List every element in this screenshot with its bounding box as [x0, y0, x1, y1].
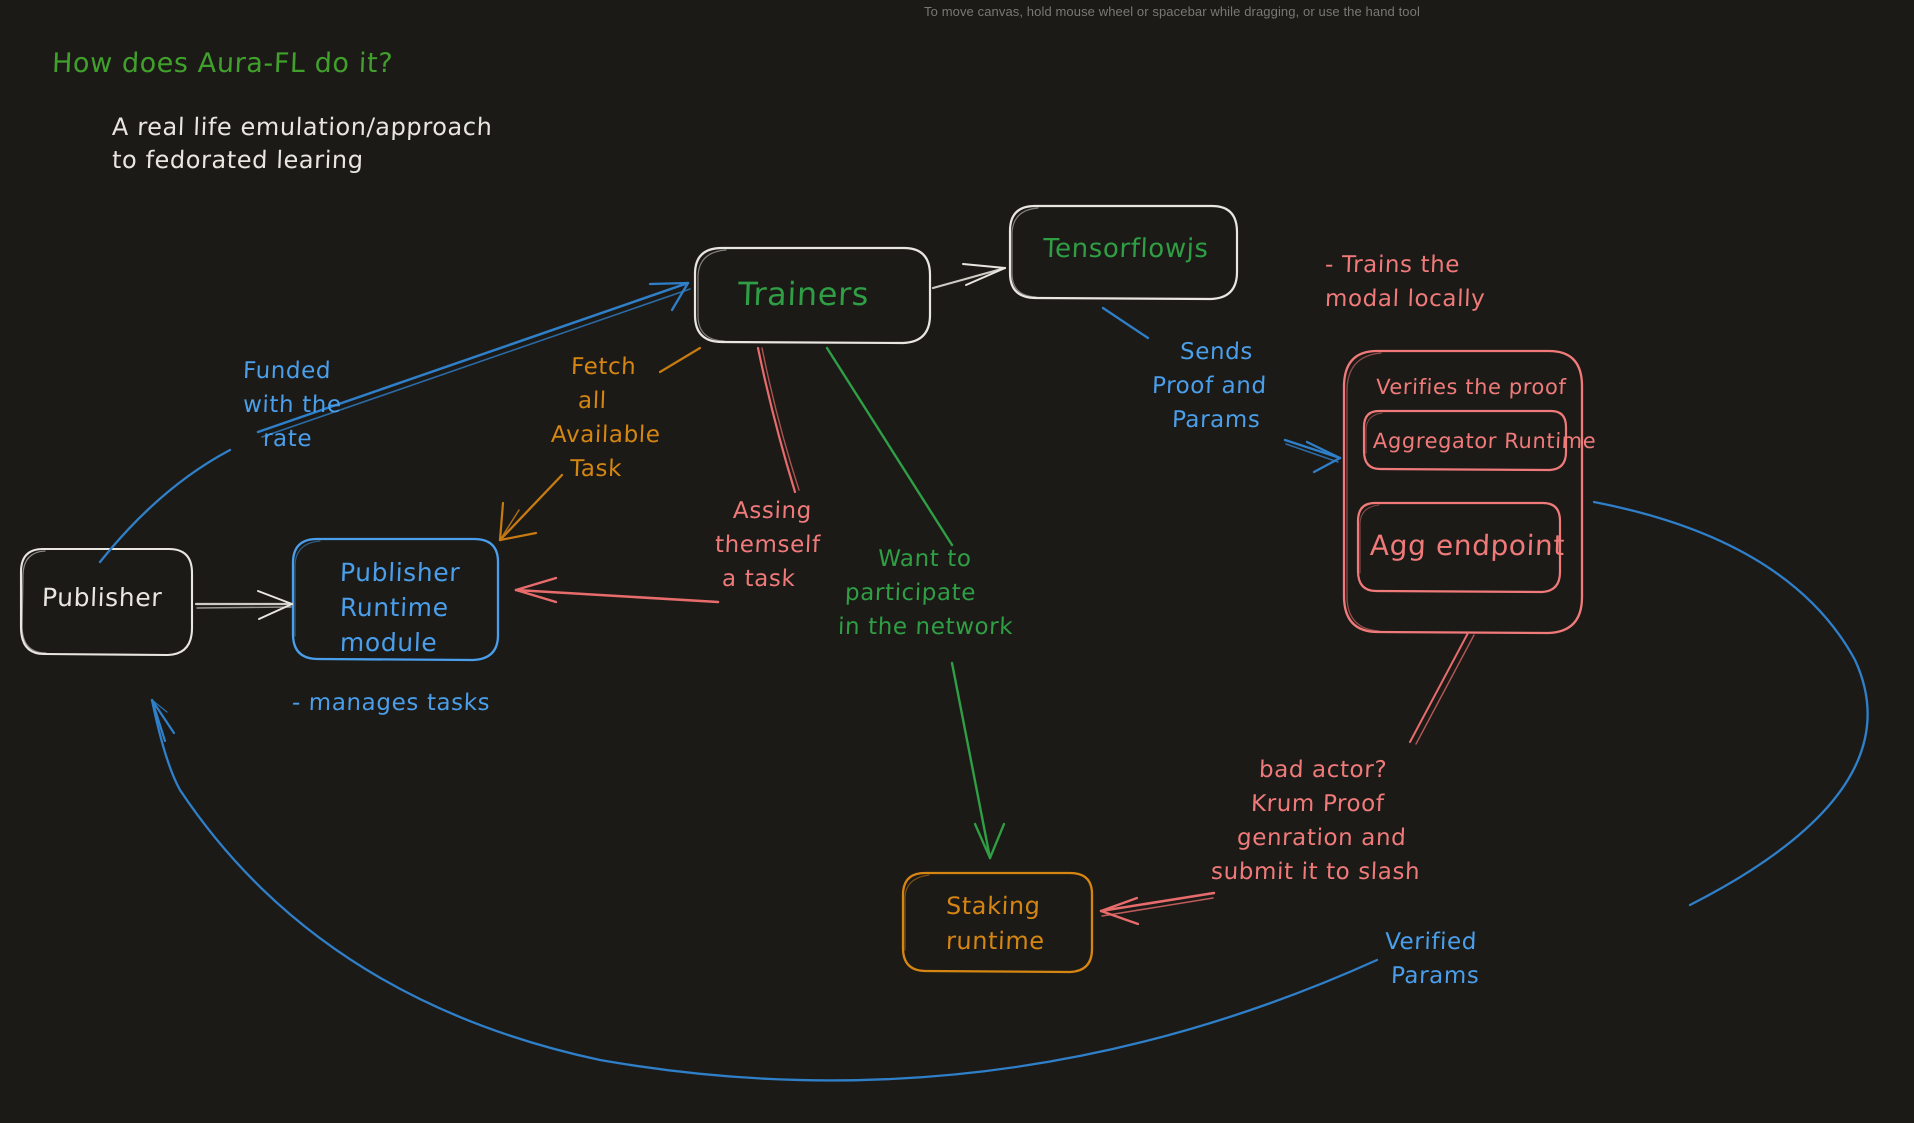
subtitle-line-1: A real life emulation/approach — [111, 113, 493, 141]
publisher-label: Publisher — [41, 583, 163, 612]
staking-runtime-box-shape[interactable] — [901, 871, 1094, 974]
annotation-bad-actor-line2: Krum Proof — [1250, 791, 1386, 817]
annotation-sends-line3: Params — [1171, 407, 1261, 433]
publisher-runtime-label-line3: module — [339, 628, 438, 657]
annotation-fetch-line4: Task — [569, 456, 623, 482]
annotation-funded-line1: Funded — [242, 358, 332, 384]
annotation-sends-line2: Proof and — [1151, 373, 1268, 399]
annotation-fetch-line3: Available — [550, 422, 662, 448]
aggregator-group-caption: Verifies the proof — [1375, 375, 1567, 399]
annotation-assign-line1: Assing — [732, 498, 813, 524]
annotation-fetch-line2: all — [577, 388, 608, 414]
annotation-bad-actor-line3: genration and — [1236, 825, 1407, 851]
page-title: How does Aura-FL do it? — [51, 48, 394, 79]
aggregator-runtime-label: Aggregator Runtime — [1372, 429, 1597, 453]
edge-assign-to-publisher-runtime[interactable] — [514, 576, 720, 604]
annotation-bad-actor-line4: submit it to slash — [1210, 859, 1421, 885]
edge-trainers-to-tensorflowjs[interactable] — [931, 263, 1007, 290]
tensorflowjs-label: Tensorflowjs — [1042, 234, 1210, 264]
annotation-funded-line2: with the — [242, 392, 343, 418]
edge-aggregator-to-publisher[interactable] — [150, 500, 1869, 1082]
edge-trainers-assign-task[interactable] — [756, 346, 800, 494]
annotation-assign-line3: a task — [721, 566, 796, 592]
annotation-want-line2: participate — [844, 580, 977, 606]
annotation-verified-line1: Verified — [1384, 929, 1478, 955]
annotation-want-line3: in the network — [837, 614, 1014, 640]
annotation-verified-line2: Params — [1390, 963, 1480, 989]
agg-endpoint-label: Agg endpoint — [1369, 529, 1566, 562]
annotation-fetch-line1: Fetch — [570, 354, 637, 380]
edge-publisher-to-publisher-runtime[interactable] — [194, 590, 294, 620]
excalidraw-canvas[interactable]: To move canvas, hold mouse wheel or spac… — [0, 0, 1914, 1123]
publisher-runtime-label-line1: Publisher — [339, 558, 461, 587]
canvas-move-hint: To move canvas, hold mouse wheel or spac… — [924, 4, 1420, 19]
publisher-runtime-label-line2: Runtime — [339, 593, 450, 622]
annotation-trains-line2: modal locally — [1324, 286, 1486, 312]
annotation-sends-line1: Sends — [1179, 339, 1254, 365]
edge-aggregator-to-bad-actor[interactable] — [1409, 632, 1475, 745]
annotation-trains-line1: - Trains the — [1324, 252, 1461, 278]
trainers-label: Trainers — [737, 275, 870, 313]
staking-runtime-label-line2: runtime — [945, 927, 1046, 955]
staking-runtime-label-line1: Staking — [945, 892, 1042, 920]
annotation-bad-actor-line1: bad actor? — [1258, 757, 1388, 783]
annotation-funded-line3: rate — [262, 426, 313, 452]
annotation-want-line1: Want to — [877, 546, 973, 572]
annotation-manages-tasks: - manages tasks — [291, 690, 491, 716]
edge-bad-actor-to-staking[interactable] — [1099, 891, 1216, 926]
subtitle-line-2: to fedorated learing — [111, 146, 365, 174]
annotation-assign-line2: themself — [714, 532, 822, 558]
